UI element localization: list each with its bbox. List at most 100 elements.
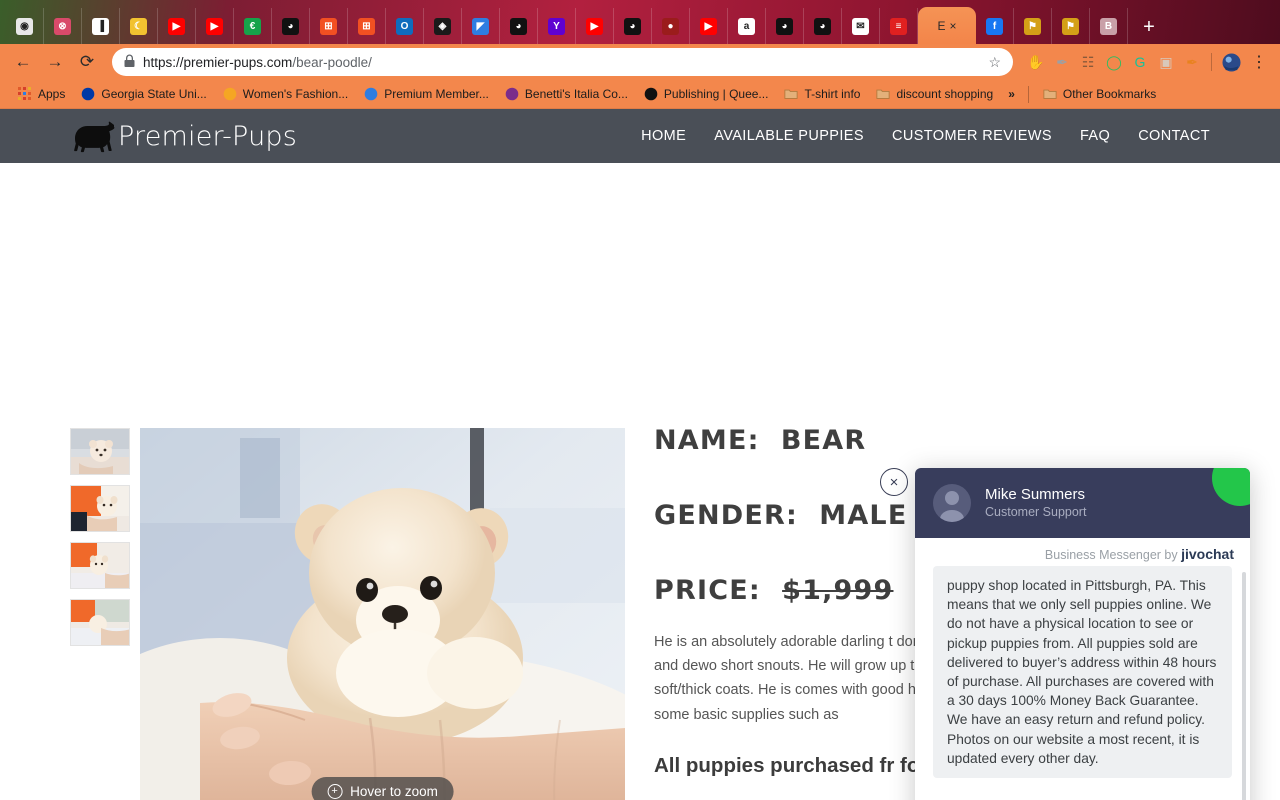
- tab-shield-icon[interactable]: ◈: [424, 8, 462, 44]
- tab-microsoft-icon[interactable]: ⊞: [310, 8, 348, 44]
- bookmark-star-icon[interactable]: ☆: [988, 54, 1001, 71]
- branding-name: jivochat: [1181, 546, 1234, 562]
- tab-black-swirl-icon[interactable]: ◕: [804, 8, 842, 44]
- nav-item-home[interactable]: HOME: [641, 128, 686, 144]
- tab-red-seal-icon[interactable]: ●: [652, 8, 690, 44]
- bookmark-other-bookmarks[interactable]: Other Bookmarks: [1035, 84, 1164, 104]
- bookmark-discount-shopping[interactable]: discount shopping: [868, 84, 1001, 104]
- carrot-icon[interactable]: ✒: [1179, 49, 1205, 75]
- forward-button[interactable]: →: [40, 47, 70, 77]
- tab-strip: ◉ ⊗ ▐ ☾ ▶ ▶ € ◕ ⊞ ⊞ O ◈ ◤ ◕ Y ▶ ◕ ● ▶ a ◕ ◕ ✉ ≡ E × f ⚑ ⚑ B +: [0, 0, 1280, 44]
- hover-to-zoom-button[interactable]: + Hover to zoom: [311, 777, 454, 800]
- avatar: [933, 484, 971, 522]
- site-brand-name: Premier-Pups: [118, 120, 297, 152]
- site-logo[interactable]: Premier-Pups: [70, 119, 297, 153]
- screencast-icon-glyph: ▣: [1159, 53, 1173, 70]
- thumbnail-4[interactable]: [70, 599, 130, 646]
- online-status-indicator: [1212, 468, 1250, 506]
- bookmark-georgia-state-uni[interactable]: Georgia State Uni...: [73, 84, 214, 104]
- thumbnail-list: [70, 428, 130, 800]
- active-tab[interactable]: E ×: [918, 7, 976, 44]
- thumbnail-3[interactable]: [70, 542, 130, 589]
- tab-outlook-icon[interactable]: O: [386, 8, 424, 44]
- agent-info: Mike Summers Customer Support: [985, 485, 1086, 521]
- nav-item-customer-reviews[interactable]: CUSTOMER REVIEWS: [892, 128, 1052, 144]
- tab-amazon-icon[interactable]: a: [728, 8, 766, 44]
- tab-black-swirl-icon[interactable]: ◕: [614, 8, 652, 44]
- dog-silhouette-icon: [70, 119, 118, 153]
- tab-map-pin-icon[interactable]: ⚑: [1014, 8, 1052, 44]
- globe-photo-icon: ◉: [16, 17, 33, 35]
- chart-icon: ▐: [92, 17, 109, 35]
- bookmarks-overflow-button[interactable]: »: [1001, 84, 1022, 104]
- tab-youtube-icon[interactable]: ▶: [158, 8, 196, 44]
- tab-blogger-icon[interactable]: B: [1090, 8, 1128, 44]
- tab-pink-circle-icon[interactable]: ⊗: [44, 8, 82, 44]
- thumbnail-2[interactable]: [70, 485, 130, 532]
- red-seal-icon: ●: [662, 17, 679, 35]
- youtube-icon: ▶: [700, 17, 717, 35]
- reload-icon: ⟳: [79, 52, 95, 71]
- bookmark-label: Other Bookmarks: [1062, 87, 1157, 101]
- evernote-icon[interactable]: ◯: [1101, 49, 1127, 75]
- gender-label: GENDER:: [654, 500, 799, 531]
- bookmark-benetti-s-italia-co[interactable]: Benetti's Italia Co...: [497, 84, 636, 104]
- tab-map-pin-icon[interactable]: ⚑: [1052, 8, 1090, 44]
- new-tab-button[interactable]: +: [1132, 10, 1166, 44]
- close-icon[interactable]: ×: [880, 468, 908, 496]
- tab-red-stripes-icon[interactable]: ≡: [880, 8, 918, 44]
- tab-black-swirl-icon[interactable]: ◕: [272, 8, 310, 44]
- profile-avatar[interactable]: [1218, 49, 1244, 75]
- gender-value: MALE: [819, 500, 908, 531]
- carrot-icon-glyph: ✒: [1186, 53, 1198, 70]
- bookmark-label: Women's Fashion...: [242, 87, 349, 101]
- tab-microsoft-icon[interactable]: ⊞: [348, 8, 386, 44]
- blogger-icon: B: [1100, 17, 1117, 35]
- nav-item-faq[interactable]: FAQ: [1080, 128, 1110, 144]
- calendar-icon[interactable]: ☷: [1075, 49, 1101, 75]
- bookmark-apps[interactable]: Apps: [10, 84, 73, 104]
- tab-youtube-icon[interactable]: ▶: [690, 8, 728, 44]
- tab-facebook-icon[interactable]: f: [976, 8, 1014, 44]
- tab-chart-icon[interactable]: ▐: [82, 8, 120, 44]
- bookmark-publishing-quee[interactable]: Publishing | Quee...: [636, 84, 777, 104]
- thumbnail-1[interactable]: [70, 428, 130, 475]
- close-icon[interactable]: ×: [950, 19, 957, 33]
- plus-icon: +: [1143, 15, 1155, 38]
- yellow-moon-icon: ☾: [130, 17, 147, 35]
- tab-yahoo-icon[interactable]: Y: [538, 8, 576, 44]
- chat-branding: Business Messenger by jivochat: [915, 538, 1250, 566]
- address-bar[interactable]: https://premier-pups.com/bear-poodle/ ☆: [112, 48, 1013, 76]
- bookmark-women-s-fashion[interactable]: Women's Fashion...: [215, 84, 356, 104]
- browser-menu-button[interactable]: ⋮: [1246, 49, 1272, 75]
- chat-scrollbar[interactable]: [1242, 572, 1246, 800]
- grammarly-g-icon[interactable]: G: [1127, 49, 1153, 75]
- tab-blue-chart-icon[interactable]: ◤: [462, 8, 500, 44]
- back-button[interactable]: ←: [8, 47, 38, 77]
- grammarly-icon-glyph: ✒: [1056, 53, 1068, 70]
- adblock-icon[interactable]: ✋: [1023, 49, 1049, 75]
- tab-black-swirl-icon[interactable]: ◕: [500, 8, 538, 44]
- product-section: + Hover to zoom NAME: BEAR GENDER: MALE …: [0, 163, 1280, 800]
- bookmark-label: T-shirt info: [804, 87, 861, 101]
- lock-icon: [124, 54, 135, 70]
- grammarly-icon[interactable]: ✒: [1049, 49, 1075, 75]
- product-main-image[interactable]: + Hover to zoom: [140, 428, 625, 800]
- bookmark-premium-member[interactable]: Premium Member...: [356, 84, 497, 104]
- tab-globe-photo-icon[interactable]: ◉: [6, 8, 44, 44]
- tab-green-money-icon[interactable]: €: [234, 8, 272, 44]
- youtube-icon: ▶: [206, 17, 223, 35]
- nav-item-available-puppies[interactable]: AVAILABLE PUPPIES: [714, 128, 864, 144]
- nav-item-contact[interactable]: CONTACT: [1138, 128, 1210, 144]
- reload-button[interactable]: ⟳: [72, 47, 102, 77]
- red-stripes-icon: ≡: [890, 17, 907, 35]
- product-gallery: + Hover to zoom: [70, 428, 630, 800]
- tab-youtube-icon[interactable]: ▶: [196, 8, 234, 44]
- tab-youtube-icon[interactable]: ▶: [576, 8, 614, 44]
- tab-mail-icon[interactable]: ✉: [842, 8, 880, 44]
- screencast-icon[interactable]: ▣: [1153, 49, 1179, 75]
- tab-black-swirl-icon[interactable]: ◕: [766, 8, 804, 44]
- bookmark-t-shirt-info[interactable]: T-shirt info: [776, 84, 868, 104]
- tab-yellow-moon-icon[interactable]: ☾: [120, 8, 158, 44]
- site-nav: HOME AVAILABLE PUPPIES CUSTOMER REVIEWS FAQ…: [641, 128, 1210, 144]
